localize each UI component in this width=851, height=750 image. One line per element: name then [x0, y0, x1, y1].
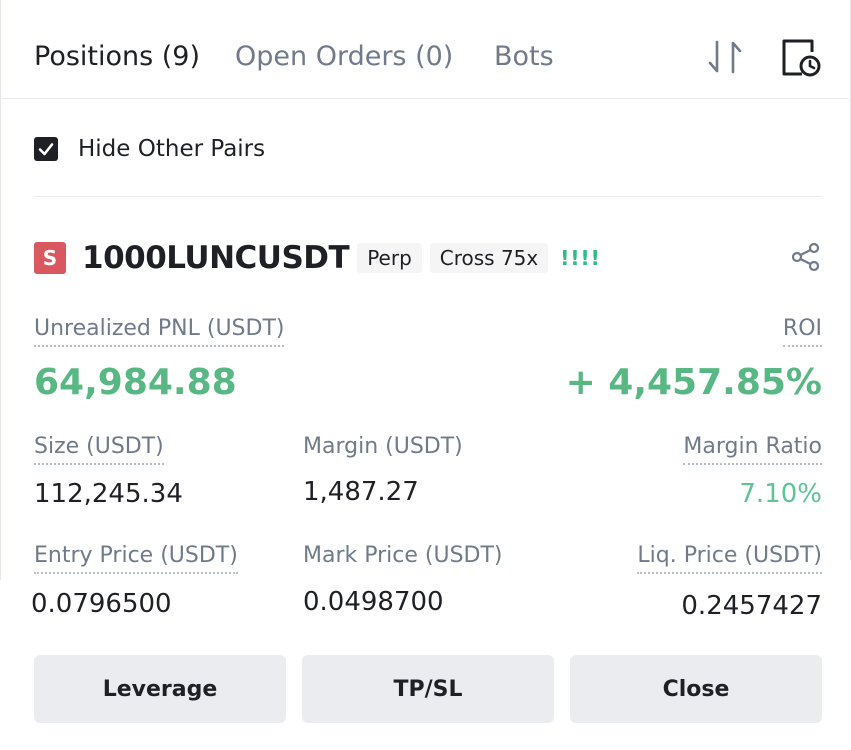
unrealized-pnl-value: 64,984.88: [34, 362, 237, 403]
share-icon[interactable]: [790, 241, 822, 273]
margin-label: Margin (USDT): [303, 434, 463, 459]
contract-type-tag: Perp: [357, 243, 422, 273]
mark-price-label: Mark Price (USDT): [303, 543, 503, 568]
close-position-button[interactable]: Close: [570, 655, 822, 723]
entry-price-value: 0.0796500: [31, 589, 172, 619]
position-tabs: Positions (9) Open Orders (0) Bots: [0, 0, 851, 99]
risk-indicator: !!!!: [560, 246, 601, 270]
history-clock-icon[interactable]: [780, 38, 822, 78]
roi-value: + 4,457.85%: [565, 362, 822, 403]
size-value: 112,245.34: [34, 479, 183, 509]
liq-price-value: 0.2457427: [681, 591, 822, 621]
hide-other-pairs-label: Hide Other Pairs: [78, 136, 266, 162]
margin-ratio-label[interactable]: Margin Ratio: [683, 433, 822, 465]
tab-bots[interactable]: Bots: [494, 40, 554, 74]
hide-other-pairs-checkbox[interactable]: [34, 137, 58, 161]
checkmark-icon: [38, 143, 54, 156]
tab-open-orders[interactable]: Open Orders (0): [235, 40, 453, 74]
hide-other-pairs-toggle[interactable]: Hide Other Pairs: [34, 132, 265, 166]
position-header: S 1000LUNCUSDT Perp Cross 75x !!!!: [34, 237, 601, 279]
margin-ratio-value: 7.10%: [739, 479, 822, 509]
liq-price-label[interactable]: Liq. Price (USDT): [637, 542, 822, 574]
tpsl-button[interactable]: TP/SL: [302, 655, 554, 723]
unrealized-pnl-label[interactable]: Unrealized PNL (USDT): [34, 315, 285, 347]
roi-label[interactable]: ROI: [782, 315, 822, 347]
mark-price-value: 0.0498700: [303, 587, 444, 617]
tab-positions[interactable]: Positions (9): [34, 40, 200, 74]
leverage-button[interactable]: Leverage: [34, 655, 286, 723]
margin-value: 1,487.27: [303, 477, 419, 507]
section-divider: [34, 196, 822, 197]
size-label[interactable]: Size (USDT): [34, 433, 164, 465]
entry-price-label[interactable]: Entry Price (USDT): [34, 542, 238, 574]
sort-arrows-icon[interactable]: [706, 38, 744, 76]
margin-mode-tag[interactable]: Cross 75x: [429, 243, 549, 273]
position-symbol[interactable]: 1000LUNCUSDT: [82, 240, 350, 276]
short-side-badge: S: [34, 242, 66, 274]
